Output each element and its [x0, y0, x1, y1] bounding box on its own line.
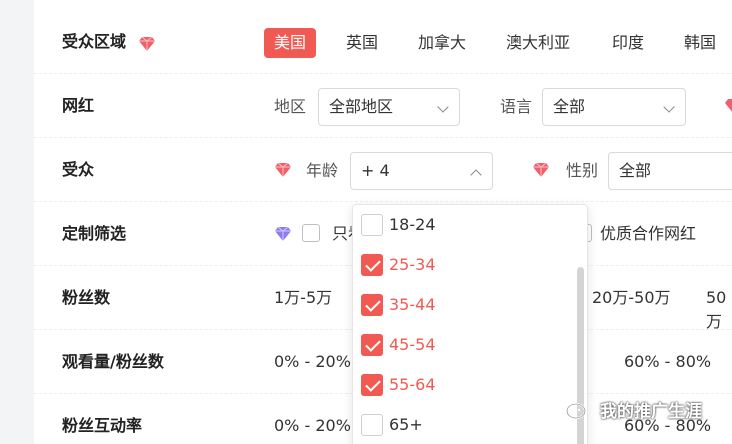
engagement-range-1[interactable]: 0% - 20% [274, 414, 351, 438]
age-option-checkbox[interactable] [361, 414, 383, 436]
chevron-down-icon [663, 101, 675, 113]
age-option-label: 55-64 [389, 375, 436, 394]
followers-range-2[interactable]: 20万-50万 [592, 286, 671, 310]
views-ratio-range-1[interactable]: 0% - 20% [274, 350, 351, 374]
wechat-icon [566, 402, 592, 422]
quality-influencer-label: 优质合作网红 [600, 224, 697, 243]
audience-label: 受众 [62, 160, 95, 179]
age-option-45-54[interactable]: 45-54 [353, 325, 573, 365]
age-select-value: + 4 [361, 161, 390, 180]
gender-label: 性别 [566, 161, 599, 180]
views-ratio-range-2[interactable]: 60% - 80% [624, 350, 711, 374]
country-us[interactable]: 美国 [264, 28, 317, 58]
views-ratio-label: 观看量/粉丝数 [62, 352, 164, 371]
gender-select-value: 全部 [619, 161, 652, 180]
language-select-value: 全部 [553, 97, 586, 116]
age-option-label: 35-44 [389, 295, 436, 314]
followers-range-3[interactable]: 50万 [706, 286, 732, 331]
age-option-35-44[interactable]: 35-44 [353, 285, 573, 325]
age-option-label: 18-24 [389, 215, 436, 234]
audience-region-label: 受众区域 [62, 32, 127, 51]
diamond-icon [724, 98, 732, 114]
age-label: 年龄 [306, 161, 339, 180]
country-uk[interactable]: 英国 [336, 28, 388, 58]
influencer-row: 网红 地区 全部地区 语言 全部 [34, 74, 732, 138]
country-india[interactable]: 印度 [602, 28, 654, 58]
region-label: 地区 [274, 97, 307, 116]
country-canada[interactable]: 加拿大 [408, 28, 476, 58]
diamond-icon [138, 36, 156, 52]
age-option-checkbox[interactable] [361, 334, 383, 356]
language-select[interactable]: 全部 [542, 88, 686, 126]
age-option-checkbox[interactable] [361, 294, 383, 316]
age-option-label: 45-54 [389, 335, 436, 354]
gender-select[interactable]: 全部 [608, 152, 732, 190]
age-option-checkbox[interactable] [361, 374, 383, 396]
country-korea[interactable]: 韩国 [674, 28, 726, 58]
only-view-checkbox[interactable] [302, 224, 320, 242]
age-option-25-34[interactable]: 25-34 [353, 245, 573, 285]
watermark-text: 我的推广生涯 [600, 402, 702, 422]
audience-row: 受众 年龄 + 4 性别 全部 [34, 138, 732, 202]
audience-region-row: 受众区域 美国 英国 加拿大 澳大利亚 印度 韩国 [34, 10, 732, 74]
age-option-label: 25-34 [389, 255, 436, 274]
language-label: 语言 [500, 97, 533, 116]
age-option-label: 65+ [389, 415, 423, 434]
influencer-label: 网红 [62, 96, 95, 115]
age-option-checkbox[interactable] [361, 254, 383, 276]
followers-range-1[interactable]: 1万-5万 [274, 286, 332, 310]
age-dropdown: 18-24 25-34 35-44 45-54 55-64 65+ [352, 204, 588, 444]
engagement-label: 粉丝互动率 [62, 416, 143, 435]
chevron-down-icon [437, 101, 449, 113]
age-select[interactable]: + 4 [350, 152, 493, 190]
filter-panel: 受众区域 美国 英国 加拿大 澳大利亚 印度 韩国 网红 地区 全部地区 语言 … [34, 0, 732, 444]
diamond-icon [274, 162, 292, 178]
age-option-55-64[interactable]: 55-64 [353, 365, 573, 405]
age-option-65-plus[interactable]: 65+ [353, 405, 573, 444]
region-select[interactable]: 全部地区 [318, 88, 460, 126]
diamond-icon [274, 226, 292, 242]
age-option-18-24[interactable]: 18-24 [353, 205, 573, 245]
country-australia[interactable]: 澳大利亚 [496, 28, 580, 58]
diamond-icon [532, 162, 550, 178]
custom-filter-label: 定制筛选 [62, 224, 127, 243]
followers-label: 粉丝数 [62, 288, 111, 307]
region-select-value: 全部地区 [329, 97, 394, 116]
chevron-up-icon [470, 169, 482, 181]
age-option-checkbox[interactable] [361, 214, 383, 236]
